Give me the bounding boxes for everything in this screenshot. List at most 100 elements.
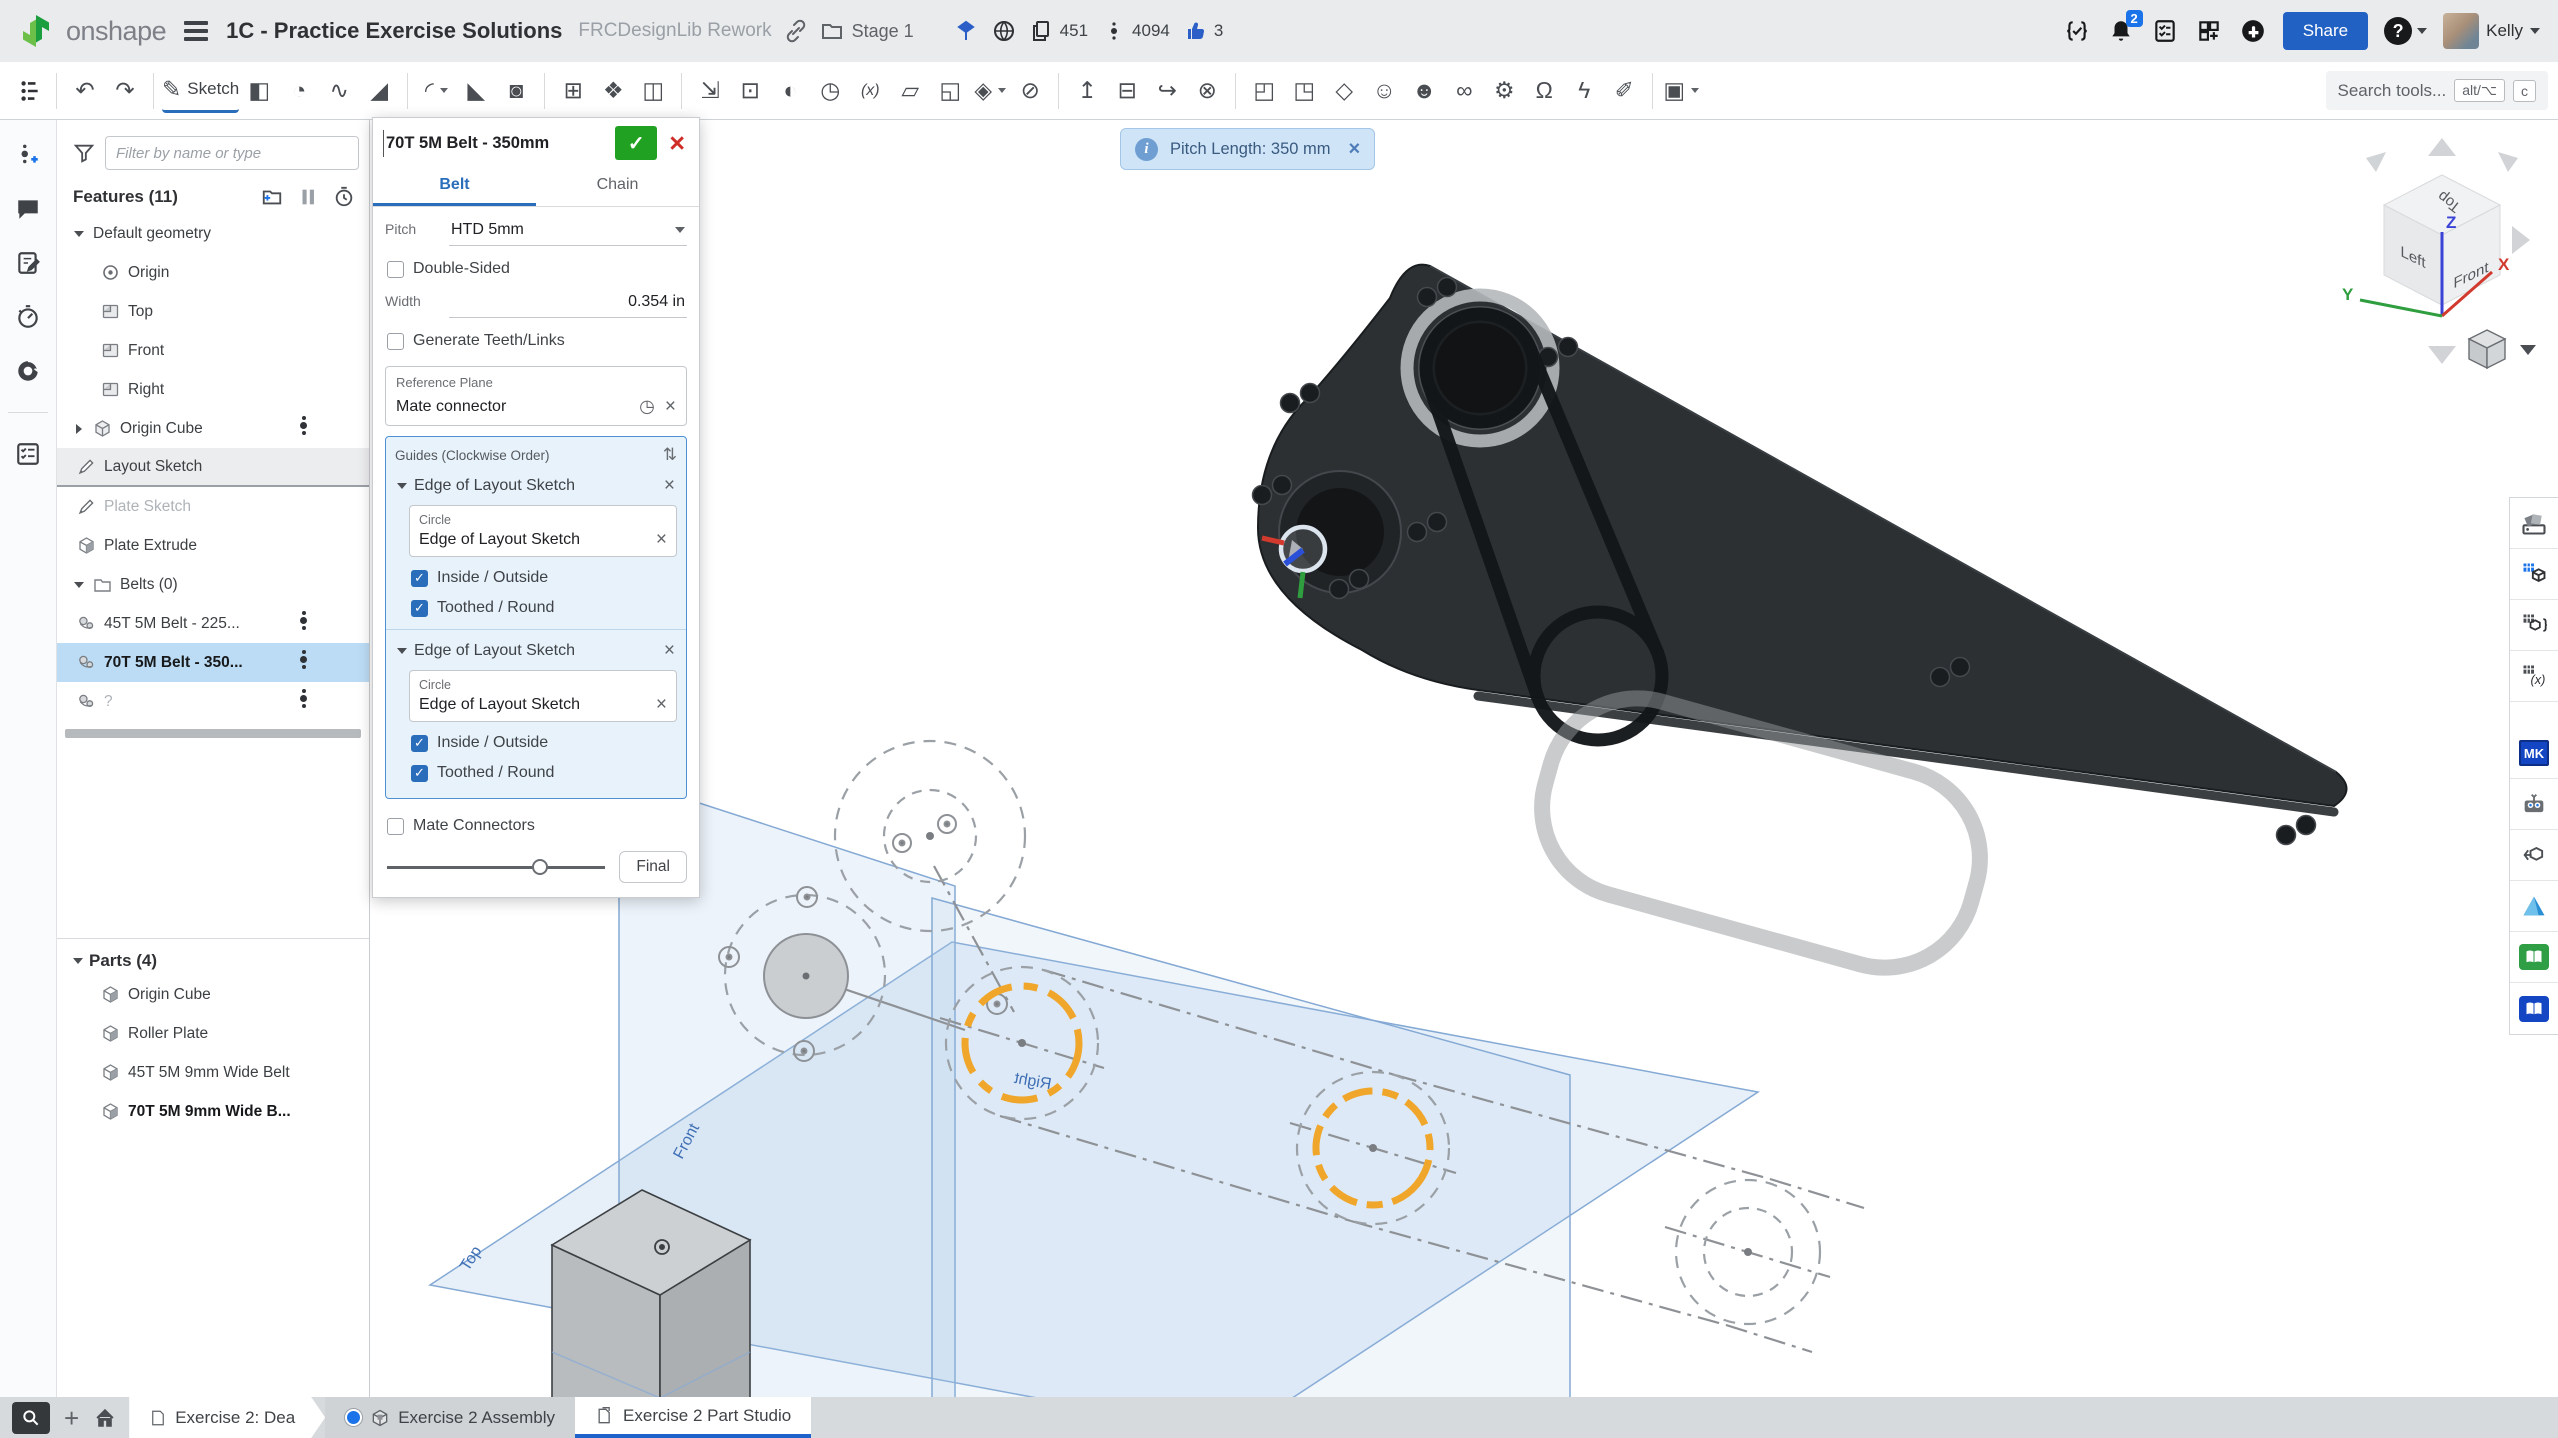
delete-face-icon[interactable]: ⊗ bbox=[1187, 69, 1227, 113]
import-icon[interactable]: ⇲ bbox=[690, 69, 730, 113]
guide-collapse-icon[interactable] bbox=[397, 648, 407, 654]
frame-icon[interactable]: ◰ bbox=[1244, 69, 1284, 113]
mirror-icon[interactable]: ◫ bbox=[633, 69, 673, 113]
belt-feature-icon[interactable]: ∞ bbox=[1444, 69, 1484, 113]
notifications-bell-icon[interactable]: 2 bbox=[2107, 17, 2135, 45]
toast-close-icon[interactable]: × bbox=[1349, 138, 1361, 161]
hex-insert-icon[interactable]: ◇ bbox=[1324, 69, 1364, 113]
robot-feature-2-icon[interactable]: ☻ bbox=[1404, 69, 1444, 113]
extensions-icon[interactable] bbox=[2239, 17, 2267, 45]
preview-slider[interactable] bbox=[385, 859, 607, 875]
helix-icon[interactable]: ◷ bbox=[810, 69, 850, 113]
feature-item-plate-sketch[interactable]: Plate Sketch bbox=[57, 487, 369, 526]
sweep-icon[interactable]: ∿ bbox=[319, 69, 359, 113]
chevron-down-icon[interactable] bbox=[1691, 88, 1699, 93]
shell-icon[interactable]: ◙ bbox=[496, 69, 536, 113]
folder-icon[interactable] bbox=[820, 19, 844, 43]
pitch-select[interactable]: HTD 5mm bbox=[449, 219, 687, 246]
comments-icon[interactable] bbox=[15, 196, 41, 222]
feature-item-right[interactable]: Right bbox=[57, 370, 369, 409]
appearance-panel-icon[interactable] bbox=[2510, 498, 2558, 549]
guide-collapse-icon[interactable] bbox=[397, 483, 407, 489]
reference-plane-field[interactable]: Reference Plane Mate connector ◷ × bbox=[385, 366, 687, 426]
boolean-icon[interactable]: ◐ bbox=[770, 69, 810, 113]
export-parts-icon[interactable] bbox=[2510, 830, 2558, 881]
home-icon[interactable] bbox=[93, 1406, 117, 1430]
feature-item-origin-cube[interactable]: Origin Cube bbox=[57, 409, 369, 448]
feature-item-origin[interactable]: Origin bbox=[57, 253, 369, 292]
gear-feature-icon[interactable]: ⚙ bbox=[1484, 69, 1524, 113]
feature-item-layout-sketch[interactable]: Layout Sketch bbox=[57, 448, 369, 487]
offset-surface-icon[interactable]: ⊟ bbox=[1107, 69, 1147, 113]
parts-caret-icon[interactable] bbox=[73, 958, 83, 964]
sketch-button[interactable]: ✎Sketch bbox=[162, 69, 239, 113]
split-icon[interactable]: ◱ bbox=[930, 69, 970, 113]
workspace-label[interactable]: Stage 1 bbox=[852, 21, 914, 42]
bracket-feature-icon[interactable]: Ω bbox=[1524, 69, 1564, 113]
guide-shape-field[interactable]: Circle Edge of Layout Sketch × bbox=[409, 505, 677, 557]
tasks-icon[interactable] bbox=[2151, 17, 2179, 45]
triangle-app-icon[interactable] bbox=[2510, 881, 2558, 932]
filter-icon[interactable] bbox=[73, 142, 95, 164]
bookmark-icon[interactable] bbox=[954, 19, 978, 43]
feature-item-default-geometry[interactable]: Default geometry bbox=[57, 214, 369, 253]
remove-guide-icon[interactable]: × bbox=[664, 478, 675, 494]
inside-outside-checkbox[interactable]: ✓ Inside / Outside bbox=[411, 569, 675, 587]
checklist-icon[interactable] bbox=[15, 441, 41, 467]
share-button[interactable]: Share bbox=[2283, 12, 2368, 50]
onshape-logo-icon[interactable] bbox=[18, 13, 54, 49]
docs-green-book-icon[interactable] bbox=[2510, 932, 2558, 983]
toothed-round-checkbox[interactable]: ✓ Toothed / Round bbox=[411, 764, 675, 782]
search-tools-button[interactable]: Search tools... alt/⌥ c bbox=[2326, 71, 2548, 110]
feature-item-70t-5m-belt-350[interactable]: 70T 5M Belt - 350... bbox=[57, 643, 369, 682]
feature-state-dots-icon[interactable] bbox=[300, 689, 307, 708]
undo-icon[interactable]: ↶ bbox=[65, 69, 105, 113]
spark-feature-icon[interactable]: ϟ bbox=[1564, 69, 1604, 113]
feature-item-item[interactable]: ? bbox=[57, 682, 369, 721]
cancel-button[interactable]: × bbox=[665, 130, 689, 156]
feature-state-dots-icon[interactable] bbox=[300, 416, 307, 435]
extrude-icon[interactable]: ◧ bbox=[239, 69, 279, 113]
usage-stat[interactable]: 4094 bbox=[1102, 19, 1170, 43]
slider-thumb[interactable] bbox=[532, 859, 548, 875]
hello-nametag-icon[interactable]: ▣ bbox=[1661, 69, 1701, 113]
roller-plate-part[interactable] bbox=[1253, 265, 2347, 845]
tab-chain[interactable]: Chain bbox=[536, 166, 699, 206]
user-avatar[interactable] bbox=[2443, 13, 2479, 49]
view-options-button[interactable] bbox=[2469, 330, 2536, 368]
tab-belt[interactable]: Belt bbox=[373, 166, 536, 206]
share-link-icon[interactable] bbox=[784, 19, 808, 43]
variable-table-icon[interactable]: (x) bbox=[2510, 651, 2558, 702]
feature-item-top[interactable]: Top bbox=[57, 292, 369, 331]
circular-pattern-icon[interactable]: ❖ bbox=[593, 69, 633, 113]
plane-icon[interactable]: ▱ bbox=[890, 69, 930, 113]
docs-blue-book-icon[interactable] bbox=[2510, 983, 2558, 1034]
reorder-guides-icon[interactable]: ⇅ bbox=[663, 445, 677, 465]
new-folder-icon[interactable] bbox=[261, 186, 283, 208]
feature-name-input[interactable] bbox=[383, 130, 607, 157]
chevron-down-icon[interactable] bbox=[998, 88, 1006, 93]
feature-item-45t-5m-belt-225[interactable]: 45T 5M Belt - 225... bbox=[57, 604, 369, 643]
search-tabs-icon[interactable] bbox=[12, 1402, 50, 1434]
revolve-icon[interactable]: ◔ bbox=[279, 69, 319, 113]
guide-shape-field[interactable]: Circle Edge of Layout Sketch × bbox=[409, 670, 677, 722]
help-caret-icon[interactable] bbox=[2417, 28, 2427, 34]
feature-item-belts-0[interactable]: Belts (0) bbox=[57, 565, 369, 604]
user-menu-caret-icon[interactable] bbox=[2530, 28, 2540, 34]
feature-state-dots-icon[interactable] bbox=[300, 611, 307, 630]
view-cube[interactable]: Top Left Front Z X Y bbox=[2342, 138, 2530, 364]
mkcad-app-icon[interactable]: MK bbox=[2510, 728, 2558, 779]
feature-state-dots-icon[interactable] bbox=[300, 650, 307, 669]
tube-icon[interactable]: ◳ bbox=[1284, 69, 1324, 113]
modify-fillet-icon[interactable]: ◈ bbox=[970, 69, 1010, 113]
likes-stat[interactable]: 3 bbox=[1184, 19, 1223, 43]
width-input[interactable]: 0.354 in bbox=[449, 291, 687, 318]
app-grid-icon[interactable] bbox=[2195, 17, 2223, 45]
robot-app-icon[interactable] bbox=[2510, 779, 2558, 830]
chevron-down-icon[interactable] bbox=[70, 582, 88, 588]
final-button[interactable]: Final bbox=[619, 851, 687, 883]
part-item-45t-5m-9mm-wide-belt[interactable]: 45T 5M 9mm Wide Belt bbox=[57, 1053, 369, 1092]
clear-guide-shape-icon[interactable]: × bbox=[656, 532, 667, 548]
clear-reference-plane-icon[interactable]: × bbox=[665, 399, 676, 415]
chamfer-icon[interactable]: ◣ bbox=[456, 69, 496, 113]
